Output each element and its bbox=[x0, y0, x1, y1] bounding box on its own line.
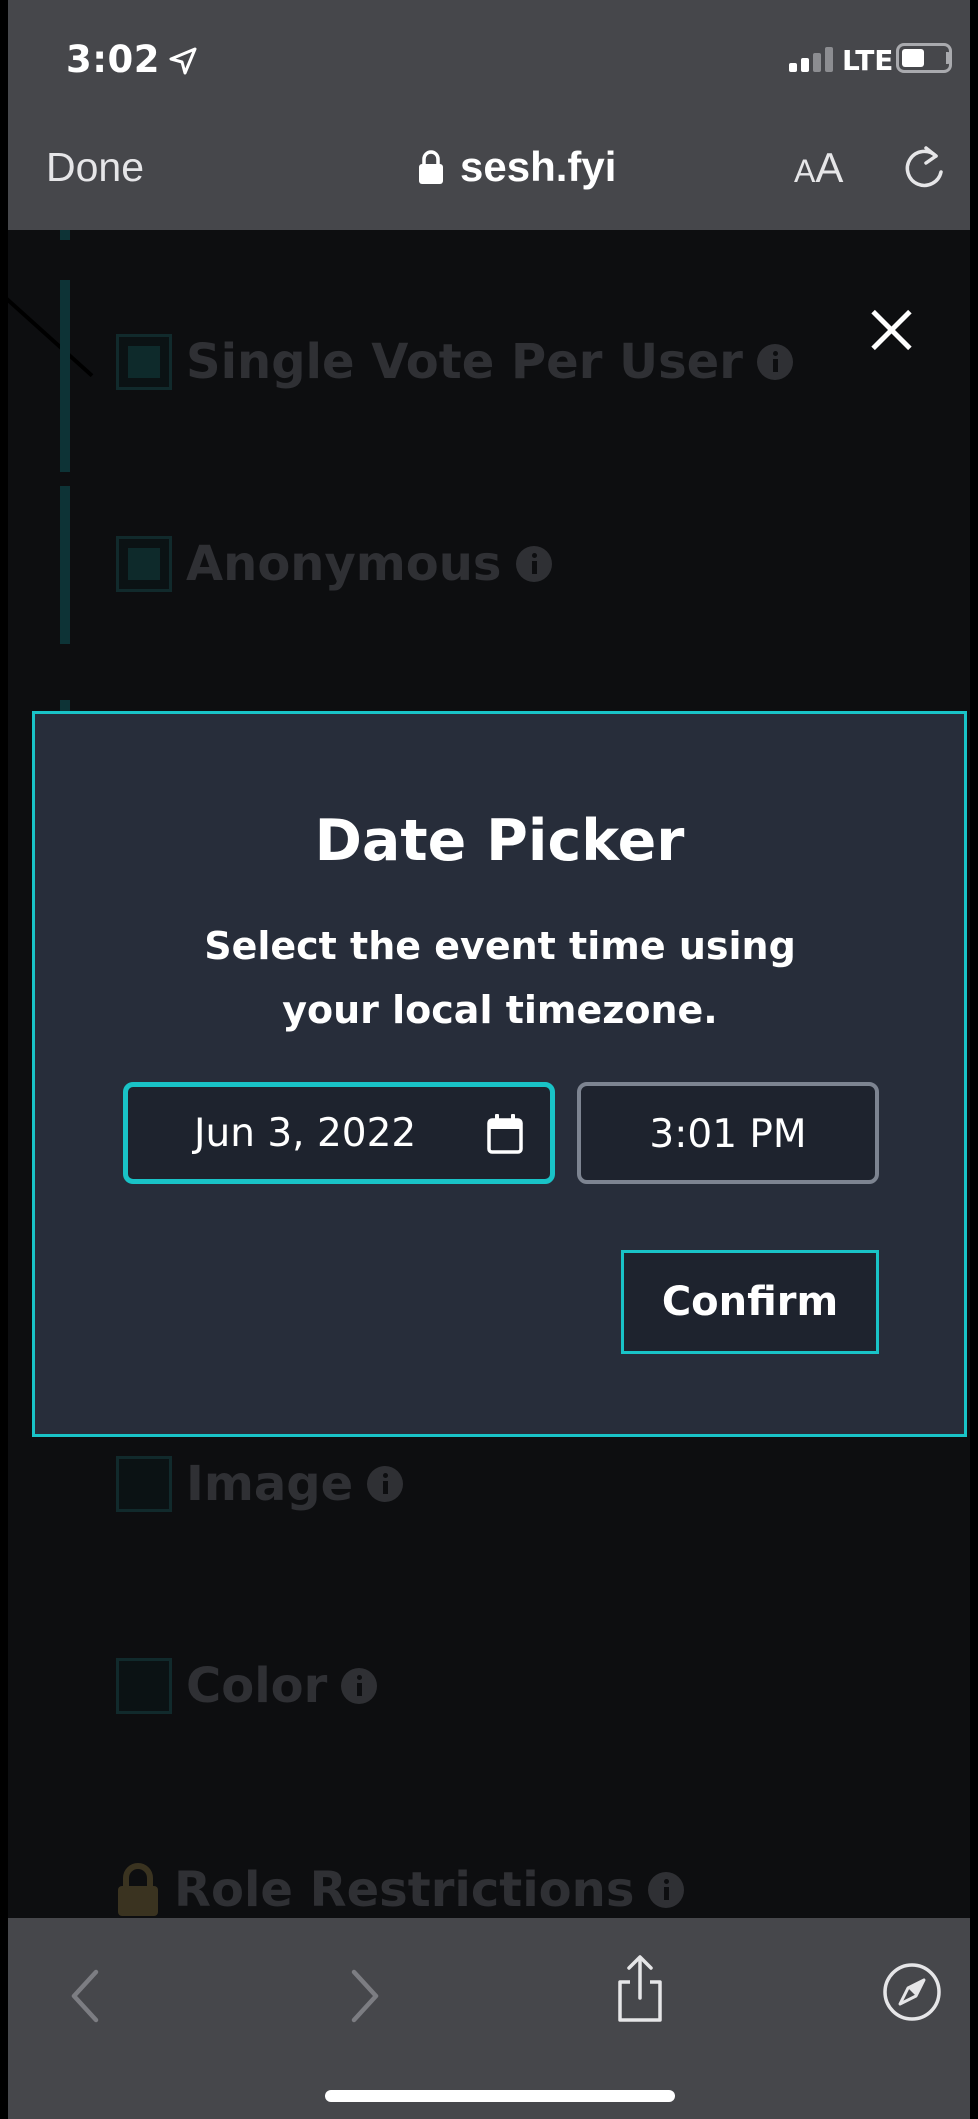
modal-description: Select the event time using your local t… bbox=[204, 924, 796, 1032]
checkbox[interactable] bbox=[116, 536, 172, 592]
url-text: sesh.fyi bbox=[460, 143, 617, 190]
compass-icon[interactable] bbox=[882, 1962, 942, 2022]
device-edge-left bbox=[0, 0, 8, 2119]
device-edge-right bbox=[970, 0, 978, 2119]
option-label: Role Restrictions bbox=[174, 1862, 635, 1918]
info-icon[interactable] bbox=[648, 1872, 685, 1908]
share-icon[interactable] bbox=[612, 1954, 668, 2024]
checkbox[interactable] bbox=[116, 1658, 172, 1714]
text-size-button[interactable]: AA bbox=[794, 144, 843, 192]
address-bar[interactable]: sesh.fyi bbox=[418, 142, 616, 192]
network-type: LTE bbox=[842, 44, 894, 77]
home-indicator[interactable] bbox=[325, 2090, 675, 2102]
back-icon[interactable] bbox=[66, 1968, 106, 2024]
timeline-dash bbox=[60, 486, 70, 644]
option-label: Color bbox=[186, 1658, 328, 1714]
option-role-restrictions[interactable]: Role Restrictions bbox=[116, 1860, 685, 1918]
info-icon[interactable] bbox=[341, 1668, 378, 1704]
modal-title: Date Picker bbox=[314, 808, 685, 874]
signal-strength-icon bbox=[789, 46, 837, 72]
checkbox[interactable] bbox=[116, 1456, 172, 1512]
forward-icon[interactable] bbox=[344, 1968, 384, 2024]
option-anonymous[interactable]: Anonymous bbox=[116, 534, 552, 594]
location-arrow-icon bbox=[169, 47, 197, 75]
lock-icon bbox=[118, 1863, 158, 1916]
timeline-dash bbox=[60, 230, 70, 240]
battery-tip bbox=[946, 52, 951, 64]
lock-icon bbox=[419, 150, 443, 184]
info-icon[interactable] bbox=[367, 1466, 404, 1502]
text-size-big-label: A bbox=[815, 144, 844, 191]
status-bar: 3:02 LTE bbox=[8, 0, 970, 118]
battery-icon bbox=[896, 43, 952, 73]
option-image[interactable]: Image bbox=[116, 1454, 404, 1514]
done-button[interactable]: Done bbox=[46, 144, 144, 191]
confirm-button[interactable]: Confirm bbox=[621, 1250, 879, 1354]
browser-top-bar: Done sesh.fyi AA bbox=[8, 118, 970, 230]
info-icon[interactable] bbox=[756, 344, 793, 380]
checkbox[interactable] bbox=[116, 334, 172, 390]
option-single-vote[interactable]: Single Vote Per User bbox=[116, 332, 793, 392]
date-picker-modal: Date Picker Select the event time using … bbox=[32, 711, 967, 1437]
option-label: Image bbox=[186, 1456, 354, 1512]
time-input[interactable]: 3:01 PM bbox=[577, 1082, 879, 1184]
option-label: Anonymous bbox=[186, 536, 502, 592]
text-size-small-label: A bbox=[794, 153, 816, 189]
option-color[interactable]: Color bbox=[116, 1656, 378, 1716]
status-time: 3:02 bbox=[66, 38, 161, 81]
date-value: Jun 3, 2022 bbox=[194, 1111, 417, 1156]
calendar-icon[interactable] bbox=[486, 1113, 524, 1155]
date-input[interactable]: Jun 3, 2022 bbox=[123, 1082, 555, 1184]
browser-bottom-toolbar bbox=[8, 1918, 970, 2119]
close-icon[interactable] bbox=[870, 308, 914, 352]
timeline-dash bbox=[60, 280, 70, 472]
time-value: 3:01 PM bbox=[649, 1112, 807, 1157]
reload-icon[interactable] bbox=[900, 142, 948, 194]
decorative-line bbox=[8, 280, 94, 378]
info-icon[interactable] bbox=[515, 546, 552, 582]
option-label: Single Vote Per User bbox=[186, 334, 743, 390]
